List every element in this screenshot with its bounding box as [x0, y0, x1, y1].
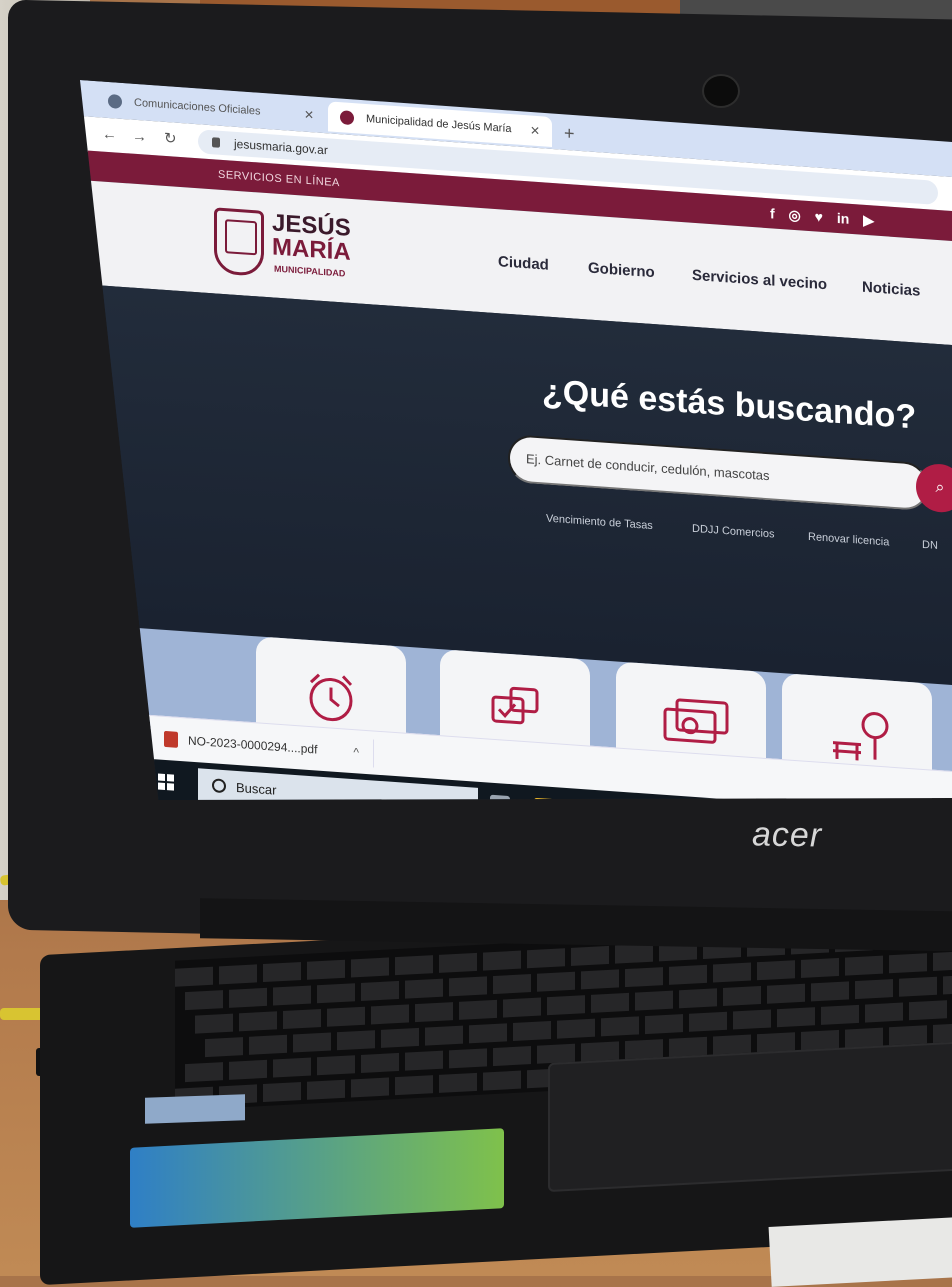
brand-line-2[interactable]: MARÍA	[272, 233, 351, 266]
search-icon: ⌕	[935, 478, 945, 497]
pdf-icon	[164, 730, 178, 748]
menu-item-noticias[interactable]: Noticias	[862, 279, 920, 300]
home-icon	[108, 93, 122, 109]
coat-of-arms-icon	[214, 207, 264, 277]
menu-item-servicios[interactable]: Servicios al vecino	[692, 267, 827, 293]
laptop-logo: acer	[752, 815, 823, 855]
chat-check-icon	[491, 686, 539, 725]
close-icon[interactable]: ✕	[530, 115, 540, 146]
touchpad	[548, 1040, 952, 1193]
search-icon	[212, 778, 226, 794]
brand-line-3: MUNICIPALIDAD	[274, 263, 346, 279]
alarm-clock-icon	[309, 673, 353, 722]
laptop-screen: Comunicaciones Oficiales ✕ Municipalidad…	[80, 80, 952, 800]
search-button[interactable]: ⌕	[916, 462, 952, 514]
municipality-favicon-icon	[340, 110, 354, 126]
new-tab-icon[interactable]: +	[564, 118, 575, 149]
menu-item-ciudad[interactable]: Ciudad	[498, 253, 549, 274]
paper-sheet	[768, 1217, 952, 1287]
taskbar-search-label: Buscar	[236, 779, 277, 798]
tab-label: Comunicaciones Oficiales	[134, 96, 261, 118]
chevron-up-icon[interactable]: ^	[353, 738, 359, 766]
webcam	[702, 74, 740, 108]
quick-link-dn[interactable]: DN	[922, 539, 938, 552]
money-icon	[663, 698, 729, 744]
lock-icon	[212, 137, 220, 148]
quick-link-licencia[interactable]: Renovar licencia	[808, 531, 889, 549]
reload-icon[interactable]: ↻	[164, 122, 177, 157]
windows-start-icon[interactable]	[158, 773, 174, 791]
browser-window: Comunicaciones Oficiales ✕ Municipalidad…	[80, 80, 952, 800]
sticker-intel	[145, 1094, 245, 1124]
close-icon[interactable]: ✕	[304, 100, 314, 131]
back-icon[interactable]: ←	[102, 118, 117, 153]
url-text: jesusmaria.gov.ar	[234, 136, 328, 158]
download-filename: NO-2023-0000294....pdf	[188, 733, 318, 757]
hero-headline: ¿Qué estás buscando?	[542, 372, 917, 437]
search-input[interactable]	[508, 433, 928, 512]
menu-item-gobierno[interactable]: Gobierno	[588, 260, 655, 282]
quick-link-tasas[interactable]: Vencimiento de Tasas	[546, 513, 653, 532]
park-bench-tree-icon	[833, 712, 889, 761]
tab-label: Municipalidad de Jesús María	[366, 112, 512, 136]
hero-section: ¿Qué estás buscando? ⌕ Vencimiento de Ta…	[80, 284, 952, 685]
forward-icon[interactable]: →	[132, 120, 147, 155]
quick-link-ddjj[interactable]: DDJJ Comercios	[692, 523, 775, 541]
